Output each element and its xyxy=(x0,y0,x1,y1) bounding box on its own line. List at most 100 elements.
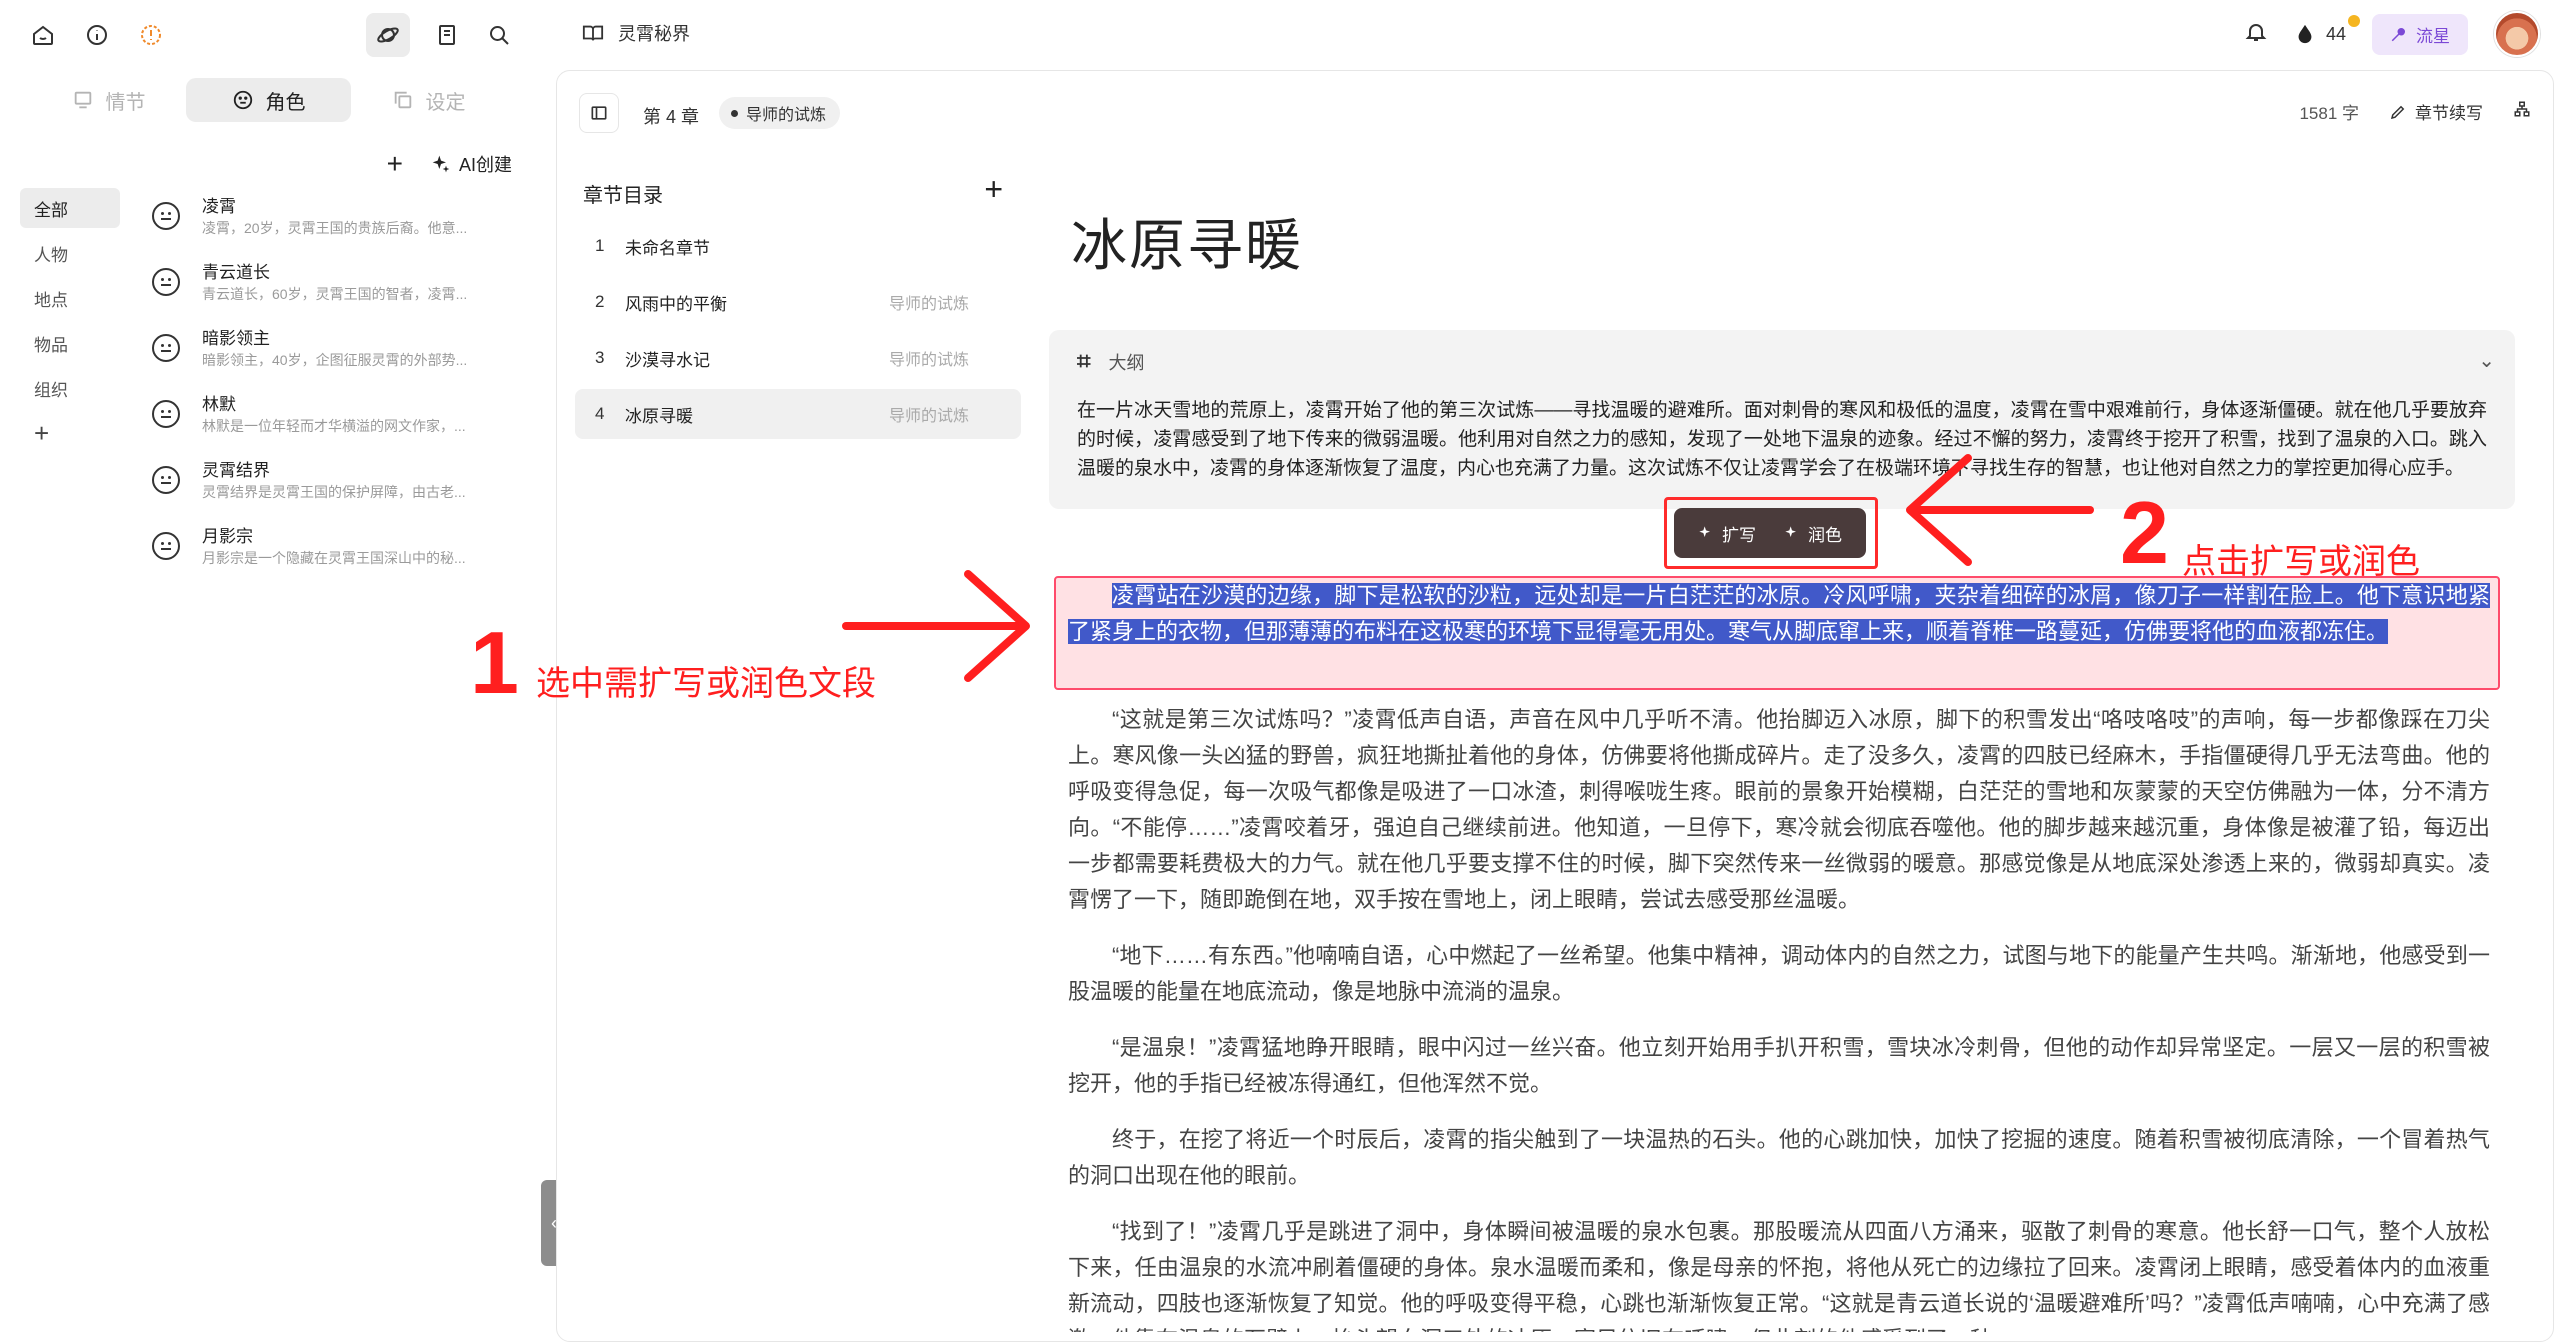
add-chapter-button[interactable]: + xyxy=(984,171,1003,208)
sidebar-tabs: 情节 角色 设定 xyxy=(26,78,516,122)
list-item[interactable]: 灵霄结界 灵霄结界是灵霄王国的保护屏障，由古老... xyxy=(148,452,498,518)
paragraph[interactable]: “找到了！”凌霄几乎是跳进了洞中，身体瞬间被温暖的泉水包裹。那股暖流从四面八方涌… xyxy=(1068,1214,2490,1332)
bell-icon[interactable] xyxy=(2244,20,2268,49)
face-icon xyxy=(233,90,252,110)
search-icon[interactable] xyxy=(482,18,516,52)
annotation-arrow-left xyxy=(1906,454,2094,566)
chevron-down-icon[interactable]: ⌄ xyxy=(2478,348,2495,373)
list-item[interactable]: 月影宗 月影宗是一个隐藏在灵霄王国深山中的秘... xyxy=(148,518,498,584)
outline-card: ⌗ 大纲 ⌄ 在一片冰天雪地的荒原上，凌霄开始了他的第三次试炼——寻找温暖的避难… xyxy=(1049,330,2515,509)
character-name: 暗影领主 xyxy=(202,329,270,348)
selected-paragraph[interactable]: 凌霄站在沙漠的边缘，脚下是松软的沙粒，远处却是一片白茫茫的冰原。冷风呼啸，夹杂着… xyxy=(1068,578,2490,650)
add-character-button[interactable]: + xyxy=(387,150,403,178)
points-value: 44 xyxy=(2325,23,2346,44)
network-icon[interactable] xyxy=(2513,100,2531,123)
outline-header[interactable]: ⌗ 大纲 ⌄ xyxy=(1077,348,2495,376)
list-item[interactable]: 林默 林默是一位年轻而才华横溢的网文作家，... xyxy=(148,386,498,452)
category-people[interactable]: 人物 xyxy=(20,233,120,273)
sidebar-toolbar xyxy=(26,13,516,57)
toc-sub: 导师的试炼 xyxy=(888,296,969,313)
annotation-step1-text: 选中需扩写或润色文段 xyxy=(536,665,876,703)
category-items[interactable]: 物品 xyxy=(20,323,120,363)
notification-dot xyxy=(2348,15,2360,27)
paragraph[interactable]: 终于，在挖了将近一个时辰后，凌霄的指尖触到了一块温热的石头。他的心跳加快，加快了… xyxy=(1068,1122,2490,1194)
avatar[interactable] xyxy=(2494,11,2540,57)
sparkle-icon xyxy=(1785,526,1796,537)
editor-header-right: 1581 字 章节续写 xyxy=(2299,99,2531,124)
paragraph[interactable]: “这就是第三次试炼吗？”凌霄低声自语，声音在风中几乎听不清。他抬脚迈入冰原，脚下… xyxy=(1068,702,2490,918)
character-name: 青云道长 xyxy=(202,263,270,282)
toc-item[interactable]: 2 风雨中的平衡 导师的试炼 xyxy=(575,277,1021,327)
selected-text: 凌霄站在沙漠的边缘，脚下是松软的沙粒，远处却是一片白茫茫的冰原。冷风呼啸，夹杂着… xyxy=(1068,583,2490,644)
toc-item[interactable]: 3 沙漠寻水记 导师的试炼 xyxy=(575,333,1021,383)
tab-plot-label: 情节 xyxy=(105,91,146,114)
plot-icon xyxy=(74,91,91,109)
character-desc: 青云道长，60岁，灵霄王国的智者，凌霄... xyxy=(202,286,468,302)
plan-label: 流星 xyxy=(2416,26,2450,46)
annotation-step1-number: 1 xyxy=(470,613,519,712)
toc-title-text: 未命名章节 xyxy=(625,238,710,258)
category-places[interactable]: 地点 xyxy=(20,278,120,318)
character-name: 月影宗 xyxy=(202,527,253,546)
character-list: 凌霄 凌霄，20岁，灵霄王国的贵族后裔。他意... 青云道长 青云道长，60岁，… xyxy=(148,188,498,584)
ai-create-button[interactable]: AI创建 xyxy=(431,151,512,177)
character-desc: 凌霄，20岁，灵霄王国的贵族后裔。他意... xyxy=(202,220,468,236)
character-desc: 灵霄结界是灵霄王国的保护屏障，由古老... xyxy=(202,484,466,500)
list-item[interactable]: 青云道长 青云道长，60岁，灵霄王国的智者，凌霄... xyxy=(148,254,498,320)
info-icon[interactable] xyxy=(80,18,114,52)
drop-icon xyxy=(2298,24,2312,44)
annotation-step2-number: 2 xyxy=(2120,483,2169,582)
sidebar-icon xyxy=(591,106,607,120)
ai-edit-popup: 扩写 润色 xyxy=(1674,508,1866,558)
list-item[interactable]: 暗影领主 暗影领主，40岁，企图征服灵霄的外部势... xyxy=(148,320,498,386)
chapter-title[interactable]: 冰原寻暖 xyxy=(1071,201,2537,282)
tab-plot[interactable]: 情节 xyxy=(26,78,191,122)
list-item[interactable]: 凌霄 凌霄，20岁，灵霄王国的贵族后裔。他意... xyxy=(148,188,498,254)
tab-settings-label: 设定 xyxy=(425,91,466,114)
outline-label: 大纲 xyxy=(1108,353,1145,373)
toc-item[interactable]: 4 冰原寻暖 导师的试炼 xyxy=(575,389,1021,439)
toc-item[interactable]: 1 未命名章节 xyxy=(575,221,1021,271)
toc-num: 2 xyxy=(595,292,605,311)
face-icon xyxy=(152,400,180,428)
ai-create-label: AI创建 xyxy=(458,155,512,175)
meteor-icon xyxy=(2391,28,2405,42)
tab-characters[interactable]: 角色 xyxy=(186,78,351,122)
continue-chapter-button[interactable]: 章节续写 xyxy=(2389,99,2483,124)
paragraph[interactable]: “是温泉！”凌霄猛地睁开眼睛，眼中闪过一丝兴奋。他立刻开始用手扒开积雪，雪块冰冷… xyxy=(1068,1030,2490,1102)
character-desc: 暗影领主，40岁，企图征服灵霄的外部势... xyxy=(202,352,468,368)
tab-settings[interactable]: 设定 xyxy=(346,78,511,122)
toggle-toc-button[interactable] xyxy=(579,93,619,133)
expand-button[interactable]: 扩写 xyxy=(1698,521,1756,546)
project-title[interactable]: 灵霄秘界 xyxy=(582,20,690,46)
face-icon xyxy=(152,334,180,362)
category-organizations[interactable]: 组织 xyxy=(20,368,120,408)
left-sidebar: 情节 角色 设定 + AI创建 全部 人物 地点 物品 组织 + 凌霄 凌霄，2… xyxy=(0,0,540,1342)
chapter-tag[interactable]: 导师的试炼 xyxy=(719,97,841,129)
home-icon[interactable] xyxy=(26,18,60,52)
category-all[interactable]: 全部 xyxy=(20,188,120,228)
toc-num: 4 xyxy=(595,404,605,423)
character-desc: 林默是一位年轻而才华横溢的网文作家，... xyxy=(202,418,466,434)
alert-icon[interactable] xyxy=(134,18,168,52)
face-icon xyxy=(152,202,180,230)
word-count: 1581 字 xyxy=(2299,104,2359,123)
outline-text[interactable]: 在一片冰天雪地的荒原上，凌霄开始了他的第三次试炼——寻找温暖的避难所。面对刺骨的… xyxy=(1077,396,2487,483)
add-category-button[interactable]: + xyxy=(20,413,120,453)
annotation-arrow-right xyxy=(842,570,1030,682)
plan-badge[interactable]: 流星 xyxy=(2372,13,2468,55)
toc-sub: 导师的试炼 xyxy=(888,352,969,369)
points-counter[interactable]: 44 xyxy=(2294,15,2360,45)
category-list: 全部 人物 地点 物品 组织 + xyxy=(20,188,120,458)
character-name: 灵霄结界 xyxy=(202,461,270,480)
sparkle-icon xyxy=(432,155,450,173)
top-bar-right: 44 流星 xyxy=(2244,11,2540,57)
planet-icon[interactable] xyxy=(366,13,410,57)
polish-button[interactable]: 润色 xyxy=(1784,521,1842,546)
paragraph[interactable]: “地下……有东西。”他喃喃自语，心中燃起了一丝希望。他集中精神，调动体内的自然之… xyxy=(1068,938,2490,1010)
toc-num: 1 xyxy=(595,236,605,255)
character-name: 林默 xyxy=(202,395,236,414)
open-book-icon xyxy=(582,25,604,41)
book-icon[interactable] xyxy=(430,18,464,52)
document: 冰原寻暖 ⌗ 大纲 ⌄ 在一片冰天雪地的荒原上，凌霄开始了他的第三次试炼——寻找… xyxy=(1049,167,2537,509)
